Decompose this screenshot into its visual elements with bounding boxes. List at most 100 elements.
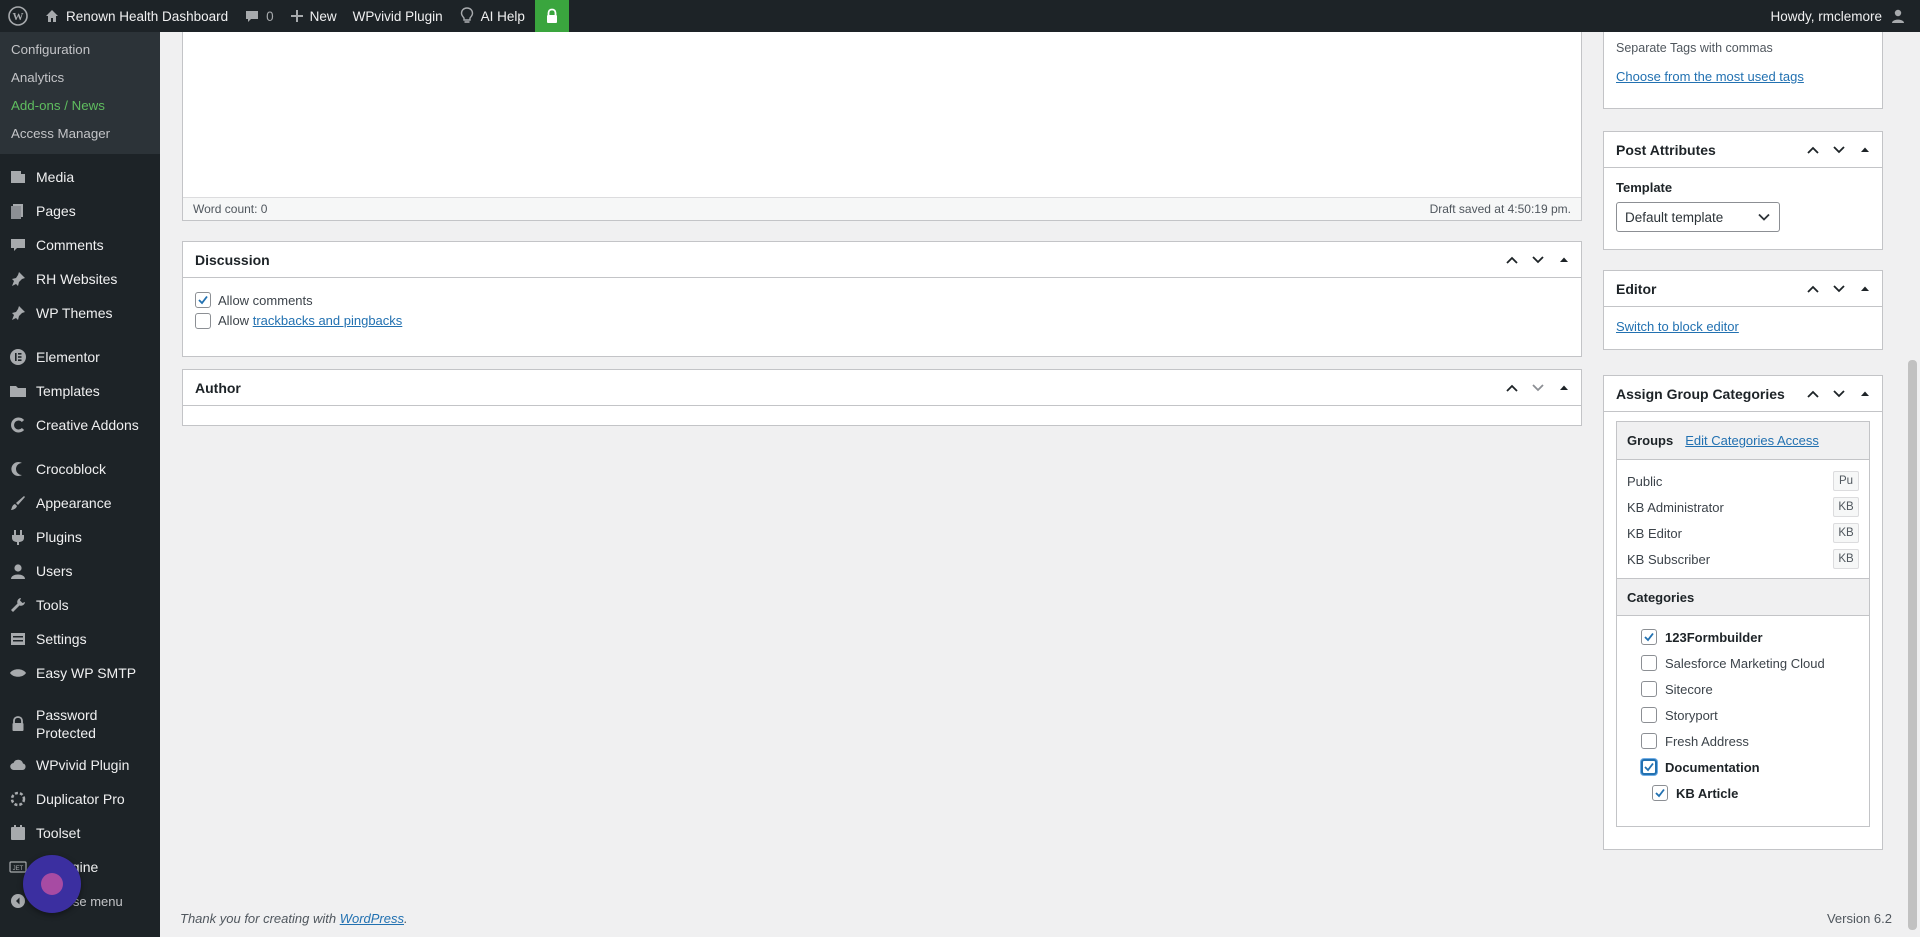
- sidebar-item-rh-websites[interactable]: RH Websites: [0, 262, 160, 296]
- toggle-panel-button[interactable]: [1553, 377, 1575, 399]
- submenu-configuration[interactable]: Configuration: [0, 36, 160, 64]
- svg-text:W: W: [13, 11, 24, 23]
- assign-group-categories-header[interactable]: Assign Group Categories: [1604, 376, 1882, 412]
- post-attributes-box: Post Attributes Template Default templat…: [1603, 131, 1883, 250]
- move-up-button[interactable]: [1802, 278, 1824, 300]
- editor-switch-header[interactable]: Editor: [1604, 271, 1882, 307]
- sidebar-label: Creative Addons: [36, 417, 139, 433]
- duplicator-icon: [9, 790, 27, 808]
- category-label: KB Article: [1676, 785, 1739, 801]
- group-tag-button[interactable]: KB: [1833, 549, 1859, 569]
- move-up-button[interactable]: [1802, 139, 1824, 161]
- move-down-button[interactable]: [1527, 377, 1549, 399]
- move-up-button[interactable]: [1802, 383, 1824, 405]
- wp-logo-menu[interactable]: W: [0, 0, 36, 32]
- sidebar-item-plugins[interactable]: Plugins: [0, 520, 160, 554]
- sidebar-item-comments[interactable]: Comments: [0, 228, 160, 262]
- sidebar-item-users[interactable]: Users: [0, 554, 160, 588]
- settings-icon: [9, 630, 27, 648]
- sidebar-item-wpvivid-plugin[interactable]: WPvivid Plugin: [0, 748, 160, 782]
- sidebar-item-templates[interactable]: Templates: [0, 374, 160, 408]
- discussion-title: Discussion: [195, 251, 270, 268]
- sidebar-item-toolset[interactable]: Toolset: [0, 816, 160, 850]
- author-header[interactable]: Author: [183, 370, 1581, 406]
- sidebar-item-appearance[interactable]: Appearance: [0, 486, 160, 520]
- floating-assistant-bubble[interactable]: [23, 855, 81, 913]
- submenu-access-manager[interactable]: Access Manager: [0, 120, 160, 148]
- discussion-box: Discussion Allow comments Allow trackbac…: [182, 241, 1582, 357]
- sidebar-label: Easy WP SMTP: [36, 665, 137, 681]
- move-down-button[interactable]: [1828, 383, 1850, 405]
- comments-menu[interactable]: 0: [236, 0, 282, 32]
- category-checkbox-storyport[interactable]: [1641, 707, 1657, 723]
- toggle-panel-button[interactable]: [1854, 139, 1876, 161]
- move-down-button[interactable]: [1828, 278, 1850, 300]
- category-checkbox-kb-article[interactable]: [1652, 785, 1668, 801]
- toggle-panel-button[interactable]: [1854, 383, 1876, 405]
- category-checkbox-fresh-address[interactable]: [1641, 733, 1657, 749]
- category-checkbox-sitecore[interactable]: [1641, 681, 1657, 697]
- trackbacks-link[interactable]: trackbacks and pingbacks: [253, 313, 403, 328]
- sidebar-item-crocoblock[interactable]: Crocoblock: [0, 452, 160, 486]
- wordpress-link[interactable]: WordPress: [340, 911, 404, 926]
- move-down-button[interactable]: [1828, 139, 1850, 161]
- cloud-icon: [9, 756, 27, 774]
- group-tag-button[interactable]: KB: [1833, 497, 1859, 517]
- allow-comments-label: Allow comments: [218, 292, 313, 308]
- group-tag-button[interactable]: KB: [1833, 523, 1859, 543]
- post-attributes-header[interactable]: Post Attributes: [1604, 132, 1882, 168]
- caret-up-icon: [1560, 257, 1568, 262]
- caret-up-icon: [1560, 385, 1568, 390]
- sidebar-item-wp-themes[interactable]: WP Themes: [0, 296, 160, 330]
- toggle-panel-button[interactable]: [1854, 278, 1876, 300]
- caret-up-icon: [1861, 286, 1869, 291]
- editor-textarea[interactable]: [183, 32, 1581, 197]
- category-checkbox-documentation[interactable]: [1641, 759, 1657, 775]
- sidebar-item-easy-wp-smtp[interactable]: Easy WP SMTP: [0, 656, 160, 690]
- new-content-menu[interactable]: New: [282, 0, 345, 32]
- allow-trackbacks-row: Allow trackbacks and pingbacks: [195, 310, 1569, 331]
- category-checkbox-salesforce-marketing-cloud[interactable]: [1641, 655, 1657, 671]
- sidebar-item-duplicator-pro[interactable]: Duplicator Pro: [0, 782, 160, 816]
- folder-icon: [9, 382, 27, 400]
- allow-trackbacks-checkbox[interactable]: [195, 312, 211, 329]
- most-used-tags-link[interactable]: Choose from the most used tags: [1604, 55, 1882, 84]
- security-lock-menu[interactable]: [534, 0, 569, 32]
- sidebar-item-elementor[interactable]: Elementor: [0, 340, 160, 374]
- chevron-up-icon: [1807, 390, 1819, 398]
- sidebar-item-password-protected[interactable]: Password Protected: [0, 700, 160, 748]
- sidebar-item-creative-addons[interactable]: Creative Addons: [0, 408, 160, 442]
- template-select[interactable]: Default template: [1616, 202, 1780, 232]
- scrollbar-thumb[interactable]: [1908, 360, 1917, 930]
- page-scrollbar[interactable]: [1905, 32, 1920, 937]
- sidebar-label: Comments: [36, 237, 104, 253]
- sidebar-item-tools[interactable]: Tools: [0, 588, 160, 622]
- sidebar-item-settings[interactable]: Settings: [0, 622, 160, 656]
- group-tag-button[interactable]: Pu: [1833, 471, 1859, 491]
- chevron-up-icon: [1506, 384, 1518, 392]
- sidebar-item-media[interactable]: Media: [0, 160, 160, 194]
- sidebar-label: Elementor: [36, 349, 100, 365]
- wpvivid-menu[interactable]: WPvivid Plugin: [345, 0, 451, 32]
- group-row-kb-subscriber: KB Subscriber KB: [1617, 546, 1869, 572]
- move-down-button[interactable]: [1527, 249, 1549, 271]
- submenu-addons-news[interactable]: Add-ons / News: [0, 92, 160, 120]
- toolset-icon: [9, 824, 27, 842]
- howdy-text: Howdy, rmclemore: [1770, 8, 1882, 24]
- allow-comments-checkbox[interactable]: [195, 292, 211, 308]
- sidebar-item-pages[interactable]: Pages: [0, 194, 160, 228]
- ai-help-menu[interactable]: AI Help: [451, 0, 533, 32]
- toggle-panel-button[interactable]: [1553, 249, 1575, 271]
- my-account-menu[interactable]: Howdy, rmclemore: [1762, 0, 1920, 32]
- group-row-kb-editor: KB Editor KB: [1617, 520, 1869, 546]
- category-checkbox-123formbuilder[interactable]: [1641, 629, 1657, 645]
- edit-categories-access-link[interactable]: Edit Categories Access: [1685, 433, 1819, 448]
- discussion-header[interactable]: Discussion: [183, 242, 1581, 278]
- move-up-button[interactable]: [1501, 249, 1523, 271]
- switch-block-editor-link[interactable]: Switch to block editor: [1604, 307, 1882, 334]
- site-name-menu[interactable]: Renown Health Dashboard: [36, 0, 236, 32]
- submenu-analytics[interactable]: Analytics: [0, 64, 160, 92]
- media-icon: [9, 168, 27, 186]
- lightbulb-icon: [459, 7, 475, 25]
- move-up-button[interactable]: [1501, 377, 1523, 399]
